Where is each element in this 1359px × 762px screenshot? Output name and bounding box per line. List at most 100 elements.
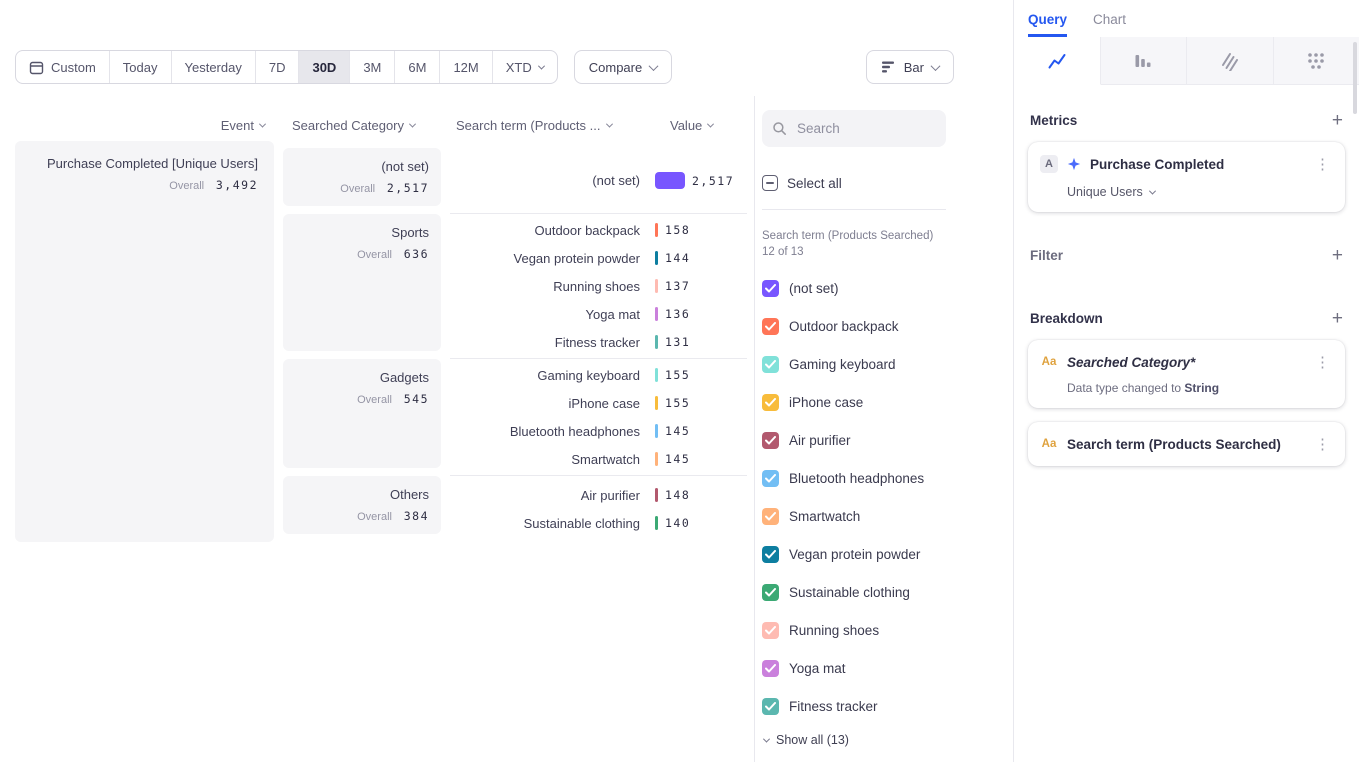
date-range-3m[interactable]: 3M (349, 51, 394, 83)
legend-checkbox[interactable] (762, 470, 779, 487)
kebab-menu-icon[interactable]: ⋮ (1312, 155, 1333, 173)
value-text: 144 (665, 251, 690, 265)
date-range-12m[interactable]: 12M (439, 51, 491, 83)
value-text: 145 (665, 424, 690, 438)
legend-checkbox[interactable] (762, 356, 779, 373)
column-header-searched-category[interactable]: Searched Category (292, 112, 415, 138)
add-breakdown-button[interactable]: + (1332, 312, 1343, 326)
select-all[interactable]: Select all (762, 175, 842, 191)
legend-item[interactable]: Outdoor backpack (762, 307, 1012, 345)
insights-chart-icon (1047, 51, 1067, 71)
legend-item[interactable]: Yoga mat (762, 649, 1012, 687)
tab-funnels[interactable] (1101, 37, 1188, 85)
table-row[interactable]: iPhone case 155 (450, 389, 747, 417)
legend-checkbox[interactable] (762, 622, 779, 639)
search-term: Yoga mat (450, 307, 640, 322)
legend-item[interactable]: Air purifier (762, 421, 1012, 459)
category-overall-value: 384 (404, 509, 429, 523)
kebab-menu-icon[interactable]: ⋮ (1312, 353, 1333, 371)
legend-item[interactable]: Sustainable clothing (762, 573, 1012, 611)
legend-checkbox[interactable] (762, 546, 779, 563)
date-range-preset-label: 6M (408, 60, 426, 75)
date-range-xtd[interactable]: XTD (492, 51, 557, 83)
table-row[interactable]: (not set) 2,517 (450, 167, 747, 195)
table-row[interactable]: Gaming keyboard 155 (450, 361, 747, 389)
value-bar (655, 396, 658, 410)
compare-label: Compare (589, 60, 642, 75)
table-row[interactable]: Outdoor backpack 158 (450, 216, 747, 244)
legend-item[interactable]: Running shoes (762, 611, 1012, 649)
legend-item[interactable]: iPhone case (762, 383, 1012, 421)
breakdown-note-value: String (1184, 381, 1219, 395)
legend-checkbox[interactable] (762, 318, 779, 335)
show-all-toggle[interactable]: Show all (13) (764, 733, 849, 747)
compare-button[interactable]: Compare (574, 50, 672, 84)
legend-item[interactable]: Bluetooth headphones (762, 459, 1012, 497)
category-cell[interactable]: (not set) Overall 2,517 (283, 148, 441, 206)
column-header-search-term[interactable]: Search term (Products ... (456, 112, 612, 138)
tab-retention[interactable] (1187, 37, 1274, 85)
legend-divider (754, 96, 755, 762)
column-header-category-label: Searched Category (292, 118, 404, 133)
date-range-7d[interactable]: 7D (255, 51, 299, 83)
category-overall-value: 636 (404, 247, 429, 261)
chart-type-button[interactable]: Bar (866, 50, 954, 84)
table-row[interactable]: Air purifier 148 (450, 481, 747, 509)
date-range-custom[interactable]: Custom (16, 51, 109, 83)
report-area: Custom Today Yesterday 7D 30D 3M 6M 12M … (0, 0, 1013, 762)
value-bar (655, 279, 658, 293)
table-row[interactable]: Fitness tracker 131 (450, 328, 747, 356)
table-row[interactable]: Yoga mat 136 (450, 300, 747, 328)
kebab-menu-icon[interactable]: ⋮ (1312, 435, 1333, 453)
breakdown-card-searched-category[interactable]: Aa Searched Category* ⋮ Data type change… (1028, 340, 1345, 408)
category-name: Others (295, 486, 429, 503)
category-cell[interactable]: Others Overall 384 (283, 476, 441, 534)
legend-checkbox[interactable] (762, 698, 779, 715)
tab-flows[interactable] (1274, 37, 1359, 85)
scrollbar-thumb[interactable] (1353, 42, 1357, 114)
legend-separator (762, 209, 946, 210)
legend-label: Bluetooth headphones (789, 471, 924, 486)
add-filter-button[interactable]: + (1332, 249, 1343, 263)
breakdown-card-search-term[interactable]: Aa Search term (Products Searched) ⋮ (1028, 422, 1345, 466)
measure-selector[interactable]: Unique Users (1040, 185, 1333, 199)
legend-checkbox[interactable] (762, 584, 779, 601)
legend-item[interactable]: Smartwatch (762, 497, 1012, 535)
event-cell[interactable]: Purchase Completed [Unique Users] Overal… (15, 141, 274, 542)
select-all-checkbox[interactable] (762, 175, 778, 191)
metric-name: Purchase Completed (1090, 157, 1224, 172)
tab-query[interactable]: Query (1028, 12, 1067, 37)
category-cell[interactable]: Gadgets Overall 545 (283, 359, 441, 468)
legend-item[interactable]: Gaming keyboard (762, 345, 1012, 383)
measure-label: Unique Users (1067, 185, 1143, 199)
metric-card[interactable]: A Purchase Completed ⋮ Unique Users (1028, 142, 1345, 212)
table-row[interactable]: Sustainable clothing 140 (450, 509, 747, 537)
column-header-value[interactable]: Value (670, 112, 713, 138)
tab-insights[interactable] (1014, 37, 1101, 85)
category-cell[interactable]: Sports Overall 636 (283, 214, 441, 351)
group-rows: Air purifier 148 Sustainable clothing 14… (450, 476, 747, 542)
table-row[interactable]: Running shoes 137 (450, 272, 747, 300)
search-input[interactable] (795, 120, 925, 137)
legend-item[interactable]: Vegan protein powder (762, 535, 1012, 573)
date-range-today[interactable]: Today (109, 51, 171, 83)
legend-checkbox[interactable] (762, 280, 779, 297)
table-row[interactable]: Smartwatch 145 (450, 445, 747, 473)
legend-item[interactable]: (not set) (762, 269, 1012, 307)
table-row[interactable]: Vegan protein powder 144 (450, 244, 747, 272)
chevron-down-icon (538, 62, 545, 69)
column-header-event[interactable]: Event (15, 112, 265, 138)
date-range-30d[interactable]: 30D (298, 51, 349, 83)
legend-checkbox[interactable] (762, 394, 779, 411)
date-range-yesterday[interactable]: Yesterday (171, 51, 255, 83)
date-range-6m[interactable]: 6M (394, 51, 439, 83)
search-term: Gaming keyboard (450, 368, 640, 383)
legend-checkbox[interactable] (762, 660, 779, 677)
legend-checkbox[interactable] (762, 432, 779, 449)
add-metric-button[interactable]: + (1332, 114, 1343, 128)
table-row[interactable]: Bluetooth headphones 145 (450, 417, 747, 445)
legend-label: Sustainable clothing (789, 585, 910, 600)
tab-chart[interactable]: Chart (1093, 12, 1126, 37)
legend-item[interactable]: Fitness tracker (762, 687, 1012, 725)
legend-checkbox[interactable] (762, 508, 779, 525)
